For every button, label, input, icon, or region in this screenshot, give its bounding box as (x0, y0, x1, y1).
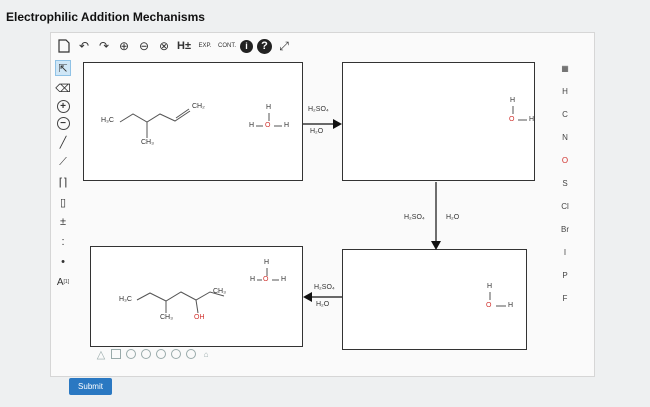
submit-button[interactable]: Submit (69, 378, 112, 395)
benzene-ring-icon[interactable] (156, 349, 166, 359)
tl-water-h-left: H (249, 122, 255, 129)
tl-water-o: O (265, 122, 271, 129)
custom-template-icon[interactable]: ⌂ (201, 349, 211, 359)
bl-water-h-top: H (264, 259, 270, 266)
ring-templates-toolbar: △ ⌂ (96, 349, 211, 361)
down-arrow-reagent-1: H₂SO₄ (404, 214, 425, 221)
tr-o: O (509, 116, 515, 123)
bl-water-o: O (263, 276, 269, 283)
heptagon-ring-icon[interactable] (171, 349, 181, 359)
tl-ch3-label: CH₃ (141, 139, 154, 146)
tr-h-right: H (529, 116, 535, 123)
tl-ch2-label: CH₂ (192, 103, 205, 110)
tl-h3c-label: H₃C (101, 117, 114, 124)
tl-water-h-top: H (266, 104, 272, 111)
down-arrow-reagent-2: H₂O (446, 214, 460, 221)
bl-water-h-right: H (281, 276, 287, 283)
left-arrow-reagent-2: H₂O (316, 301, 330, 308)
octagon-ring-icon[interactable] (186, 349, 196, 359)
bl-ch3-branch-label: CH₃ (160, 314, 173, 321)
tr-h-top: H (510, 97, 516, 104)
left-arrow-reagent-1: H₂SO₄ (314, 284, 335, 291)
hexagon-ring-icon[interactable] (141, 349, 151, 359)
bl-oh-label: OH (194, 314, 205, 321)
br-o: O (486, 302, 492, 309)
br-h-right: H (508, 302, 514, 309)
triangle-ring-icon[interactable]: △ (96, 349, 106, 361)
bl-water-h-left: H (250, 276, 256, 283)
bl-h3c-label: H₃C (119, 296, 132, 303)
pentagon-ring-icon[interactable] (126, 349, 136, 359)
tl-water-h-right: H (284, 122, 290, 129)
bl-ch3-right-label: CH₃ (213, 288, 226, 295)
br-h-top: H (487, 283, 493, 290)
reaction-drawing (119, 106, 527, 314)
top-arrow-reagent-2: H₂O (310, 128, 324, 135)
top-arrow-reagent-1: H₂SO₄ (308, 106, 329, 113)
square-ring-icon[interactable] (111, 349, 121, 359)
